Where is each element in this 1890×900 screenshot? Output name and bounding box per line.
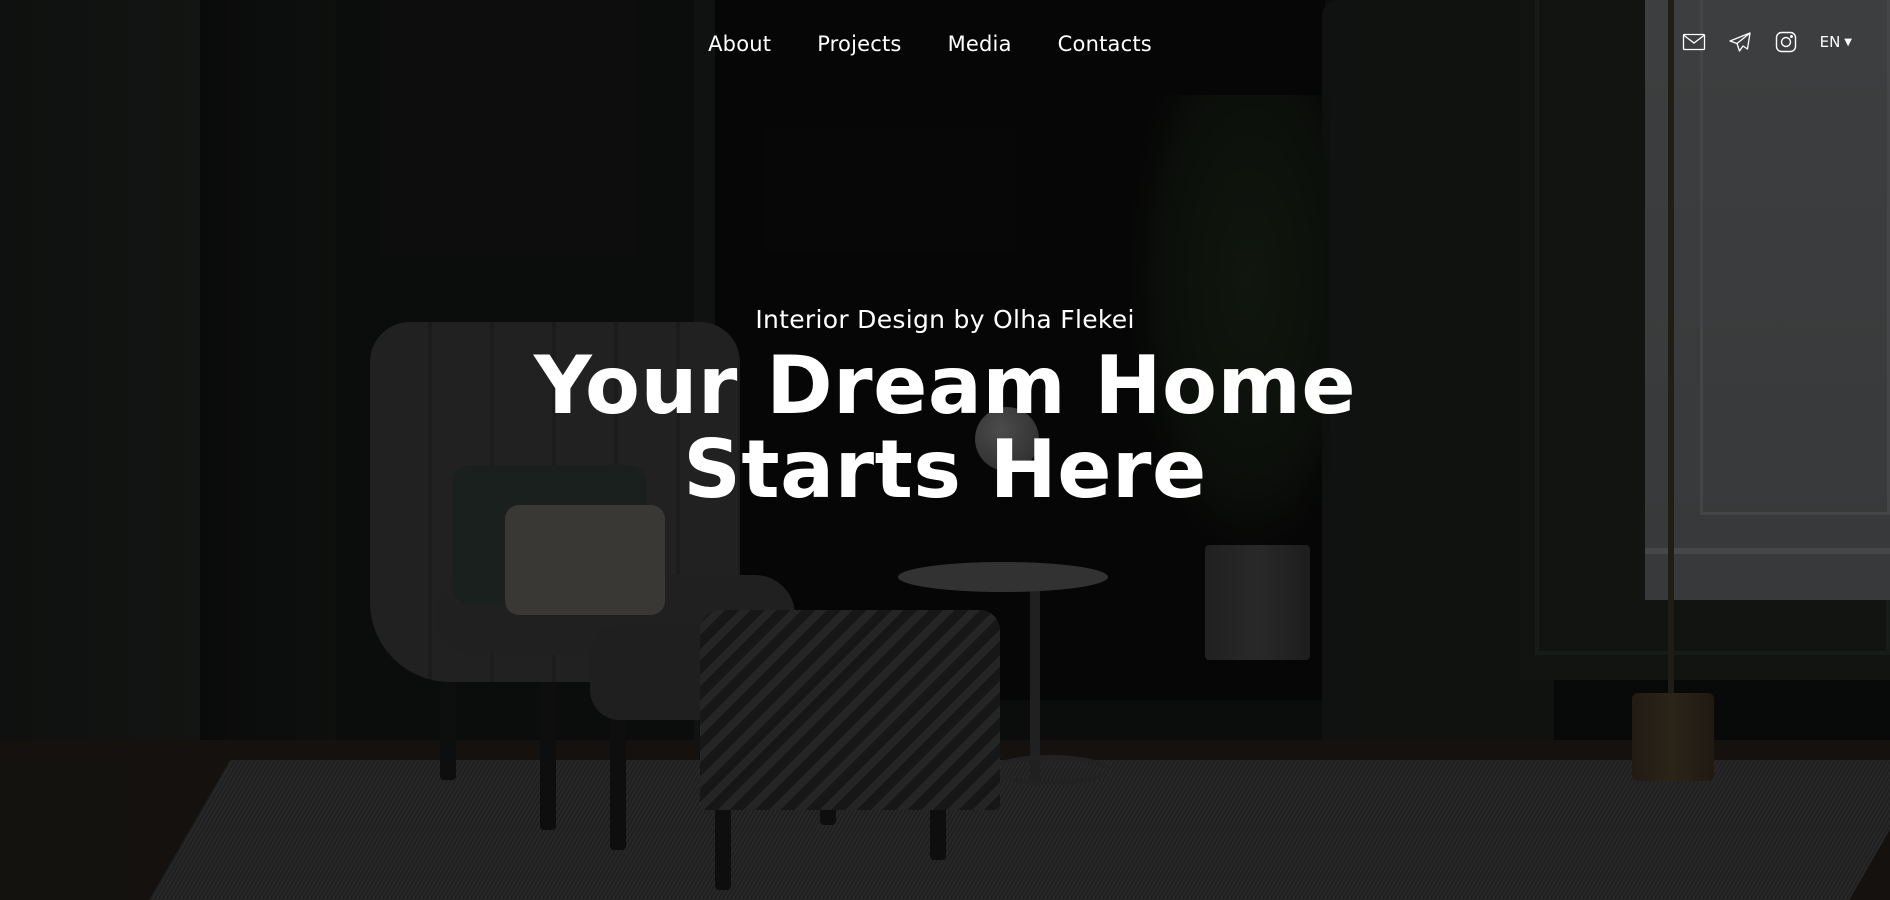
language-label: EN: [1819, 33, 1841, 51]
hero-title: Your Dream Home Starts Here: [0, 344, 1890, 512]
hero-title-line2: Starts Here: [683, 423, 1207, 516]
top-navigation: About Projects Media Contacts EN ▼: [0, 0, 1890, 92]
caret-down-icon: ▼: [1844, 36, 1852, 48]
mail-icon[interactable]: [1682, 30, 1706, 54]
hero-section: Interior Design by Olha Flekei Your Drea…: [0, 305, 1890, 512]
hero-title-line1: Your Dream Home: [533, 339, 1357, 432]
nav-link-media[interactable]: Media: [948, 32, 1012, 56]
nav-link-about[interactable]: About: [708, 32, 771, 56]
nav-link-projects[interactable]: Projects: [817, 32, 901, 56]
telegram-icon[interactable]: [1728, 30, 1752, 54]
hero-subtitle: Interior Design by Olha Flekei: [755, 305, 1135, 334]
nav-link-contacts[interactable]: Contacts: [1058, 32, 1152, 56]
nav-tools: EN ▼: [1682, 30, 1852, 54]
nav-links: About Projects Media Contacts: [0, 32, 1890, 56]
language-selector[interactable]: EN ▼: [1820, 33, 1852, 51]
instagram-icon[interactable]: [1774, 30, 1798, 54]
